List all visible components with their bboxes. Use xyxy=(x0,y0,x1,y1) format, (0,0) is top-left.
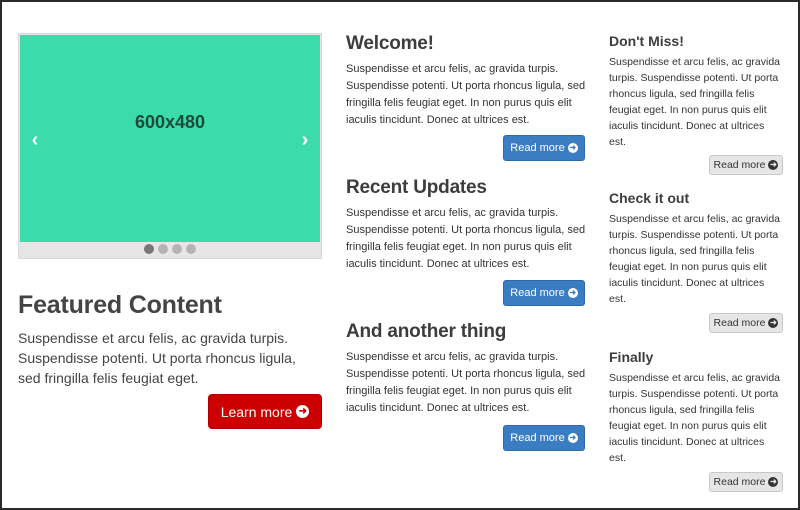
content-block-another-thing: And another thing Suspendisse et arcu fe… xyxy=(346,321,586,417)
content-block-recent-updates: Recent Updates Suspendisse et arcu felis… xyxy=(346,177,586,273)
block-title: And another thing xyxy=(346,321,507,342)
arrow-circle-right-icon: ➜ xyxy=(768,477,779,487)
carousel: 600x480 ‹ › xyxy=(18,33,322,259)
carousel-indicator[interactable] xyxy=(172,244,182,254)
read-more-button[interactable]: Read more ➜ xyxy=(503,280,585,306)
carousel-indicator[interactable] xyxy=(158,244,168,254)
read-more-button[interactable]: Read more ➜ xyxy=(503,135,585,161)
arrow-circle-right-icon: ➜ xyxy=(567,433,578,443)
read-more-button[interactable]: Read more ➜ xyxy=(709,313,783,333)
block-title: Finally xyxy=(609,349,654,365)
read-more-button[interactable]: Read more ➜ xyxy=(709,155,783,175)
block-text: Suspendisse et arcu felis, ac gravida tu… xyxy=(609,372,781,464)
read-more-button[interactable]: Read more ➜ xyxy=(503,425,585,451)
arrow-circle-right-icon: ➜ xyxy=(296,405,310,418)
carousel-next-button[interactable]: › xyxy=(295,130,315,150)
learn-more-label: Learn more xyxy=(220,403,293,420)
carousel-slide[interactable]: 600x480 xyxy=(20,35,320,242)
arrow-circle-right-icon: ➜ xyxy=(567,288,578,298)
block-title: Recent Updates xyxy=(346,177,487,198)
learn-more-button[interactable]: Learn more ➜ xyxy=(208,394,322,429)
read-more-label: Read more xyxy=(713,159,766,171)
read-more-label: Read more xyxy=(510,287,565,299)
content-block-welcome: Welcome! Suspendisse et arcu felis, ac g… xyxy=(346,33,586,129)
read-more-label: Read more xyxy=(510,142,565,154)
carousel-indicator[interactable] xyxy=(144,244,154,254)
featured-text: Suspendisse et arcu felis, ac gravida tu… xyxy=(18,330,296,386)
sidebar-block-dont-miss: Don't Miss! Suspendisse et arcu felis, a… xyxy=(609,33,784,150)
block-title: Check it out xyxy=(609,190,690,206)
read-more-label: Read more xyxy=(713,476,766,488)
sidebar-block-finally: Finally Suspendisse et arcu felis, ac gr… xyxy=(609,349,784,466)
carousel-indicator[interactable] xyxy=(186,244,196,254)
chevron-left-icon: ‹ xyxy=(31,129,39,151)
arrow-circle-right-icon: ➜ xyxy=(567,143,578,153)
read-more-button[interactable]: Read more ➜ xyxy=(709,472,783,492)
block-title: Don't Miss! xyxy=(609,33,684,49)
block-text: Suspendisse et arcu felis, ac gravida tu… xyxy=(346,63,586,126)
read-more-label: Read more xyxy=(510,432,565,444)
block-text: Suspendisse et arcu felis, ac gravida tu… xyxy=(609,213,781,305)
arrow-circle-right-icon: ➜ xyxy=(768,318,779,328)
sidebar-block-check-it-out: Check it out Suspendisse et arcu felis, … xyxy=(609,190,784,307)
chevron-right-icon: › xyxy=(301,129,309,151)
featured-carousel: 600x480 ‹ › xyxy=(18,33,322,259)
slide-placeholder-label: 600x480 xyxy=(134,112,206,132)
block-text: Suspendisse et arcu felis, ac gravida tu… xyxy=(609,56,781,148)
arrow-circle-right-icon: ➜ xyxy=(768,160,779,170)
block-title: Welcome! xyxy=(346,33,434,54)
block-text: Suspendisse et arcu felis, ac gravida tu… xyxy=(346,351,586,414)
carousel-prev-button[interactable]: ‹ xyxy=(25,130,45,150)
carousel-indicators xyxy=(19,244,321,254)
read-more-label: Read more xyxy=(713,317,766,329)
featured-title: Featured Content xyxy=(18,291,222,319)
block-text: Suspendisse et arcu felis, ac gravida tu… xyxy=(346,207,586,270)
